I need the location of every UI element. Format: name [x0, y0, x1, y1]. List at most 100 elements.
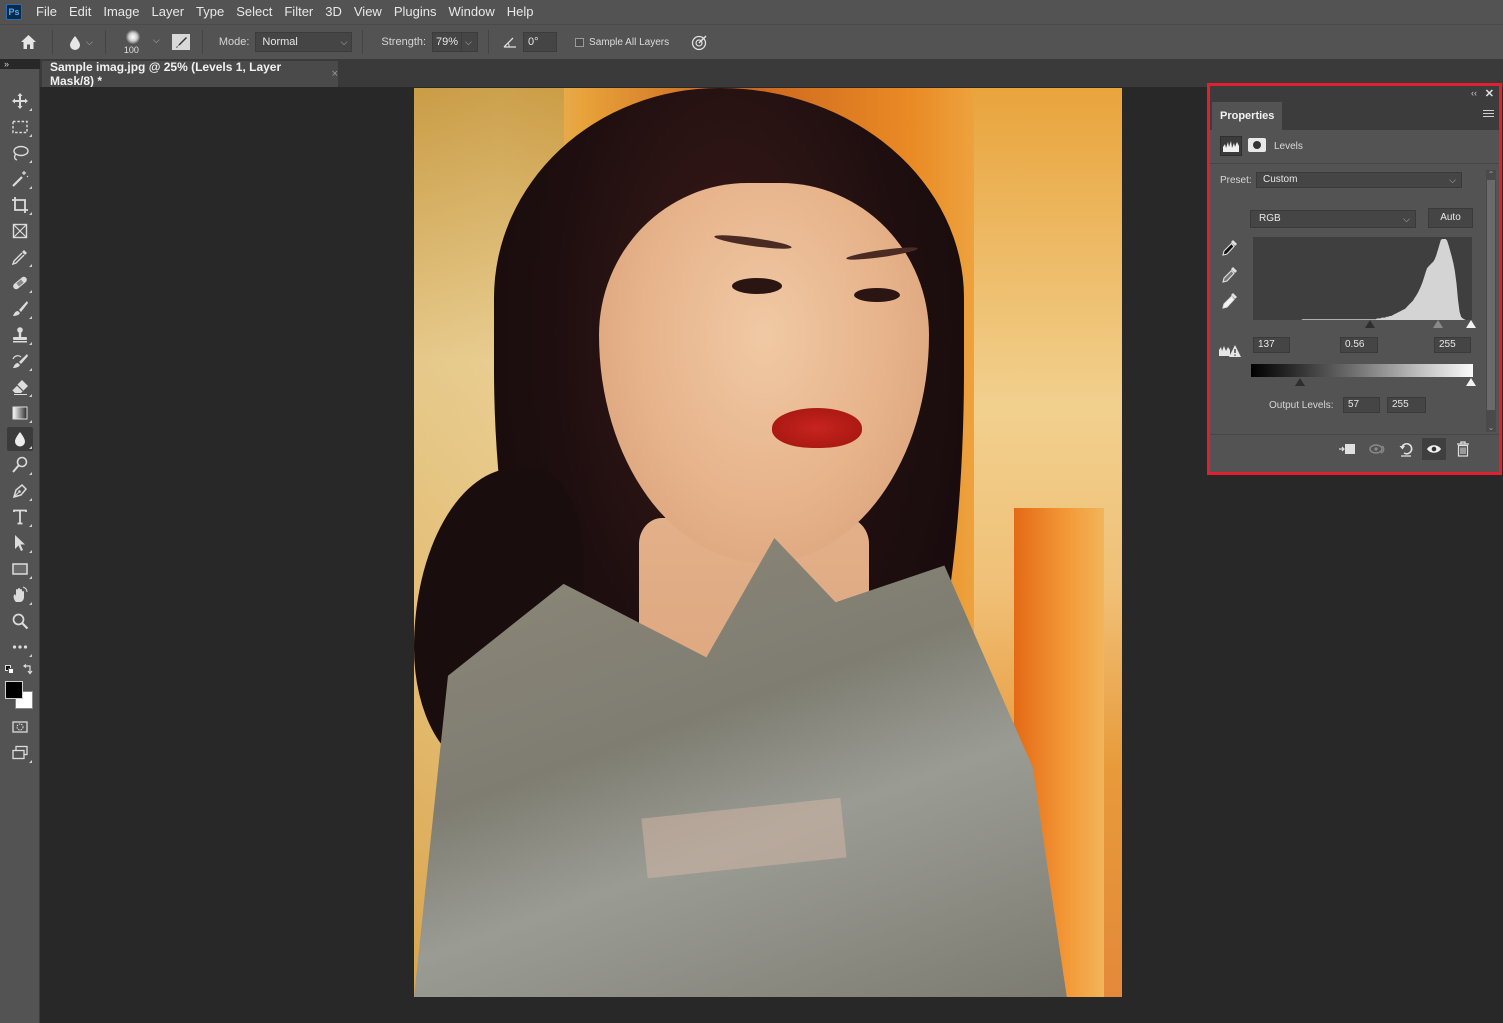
menu-filter[interactable]: Filter: [278, 0, 319, 24]
input-white-slider[interactable]: [1466, 320, 1476, 328]
brush-settings-icon: [175, 37, 187, 48]
menu-window[interactable]: Window: [442, 0, 500, 24]
more-tools-button[interactable]: [7, 635, 33, 659]
panel-scrollbar[interactable]: ⌃ ⌄: [1486, 170, 1496, 432]
strength-input[interactable]: 79%: [432, 32, 463, 52]
menu-type[interactable]: Type: [190, 0, 230, 24]
menu-plugins[interactable]: Plugins: [388, 0, 443, 24]
blur-tool[interactable]: [7, 427, 33, 451]
frame-tool[interactable]: [7, 219, 33, 243]
histogram-graph: [1253, 239, 1472, 320]
output-white-slider[interactable]: [1466, 378, 1476, 386]
magic-wand-tool[interactable]: [7, 167, 33, 191]
eyedropper-tool[interactable]: [7, 245, 33, 269]
quick-mask-button[interactable]: [7, 715, 33, 739]
rectangle-tool[interactable]: [7, 557, 33, 581]
clone-stamp-tool[interactable]: [7, 323, 33, 347]
angle-input[interactable]: 0°: [523, 32, 558, 52]
history-brush-tool[interactable]: [7, 349, 33, 373]
tool-preset-picker[interactable]: ⌵: [69, 35, 93, 50]
default-colors-button[interactable]: [5, 665, 14, 674]
type-tool[interactable]: [7, 505, 33, 529]
view-previous-state-button[interactable]: [1368, 441, 1386, 457]
scrollbar-thumb[interactable]: [1487, 180, 1495, 410]
hand-tool[interactable]: [7, 583, 33, 607]
menu-image[interactable]: Image: [97, 0, 145, 24]
lasso-tool[interactable]: [7, 141, 33, 165]
collapse-panel-button[interactable]: ‹‹: [1471, 88, 1477, 98]
move-icon: [12, 93, 28, 109]
output-black-field[interactable]: 57: [1343, 397, 1380, 413]
layer-mask-button[interactable]: [1248, 138, 1266, 152]
menu-edit[interactable]: Edit: [63, 0, 97, 24]
brush-settings-button[interactable]: [171, 34, 190, 50]
crop-icon: [12, 197, 28, 213]
type-icon: [13, 509, 27, 525]
mode-select[interactable]: Normal ⌵: [255, 32, 353, 52]
rectangle-icon: [12, 563, 28, 575]
scroll-down-icon[interactable]: ⌄: [1486, 423, 1496, 432]
panel-menu-button[interactable]: [1483, 110, 1494, 119]
strength-slider-toggle[interactable]: ⌵: [462, 32, 479, 52]
brush-tool[interactable]: [7, 297, 33, 321]
sample-all-layers-checkbox[interactable]: Sample All Layers: [575, 37, 669, 48]
home-button[interactable]: [18, 34, 38, 50]
pressure-strength-button[interactable]: [691, 34, 708, 51]
foreground-color-swatch[interactable]: [5, 681, 23, 699]
white-point-eyedropper[interactable]: [1222, 292, 1238, 310]
close-panel-button[interactable]: ✕: [1485, 87, 1494, 100]
brush-preset-picker[interactable]: 100 ⌵: [120, 27, 166, 57]
eraser-tool[interactable]: [7, 375, 33, 399]
input-black-slider[interactable]: [1365, 320, 1375, 328]
delete-adjustment-button[interactable]: [1454, 441, 1472, 457]
marquee-tool[interactable]: [7, 115, 33, 139]
clip-to-layer-button[interactable]: [1338, 441, 1356, 457]
dodge-tool[interactable]: [7, 453, 33, 477]
black-point-eyedropper[interactable]: [1222, 239, 1238, 257]
auto-button[interactable]: Auto: [1428, 208, 1473, 228]
input-gamma-field[interactable]: 0.56: [1340, 337, 1378, 353]
gradient-tool[interactable]: [7, 401, 33, 425]
output-black-slider[interactable]: [1295, 378, 1305, 386]
magic-wand-icon: [12, 171, 29, 187]
menu-layer[interactable]: Layer: [146, 0, 191, 24]
channel-select[interactable]: RGB ⌵: [1250, 210, 1416, 228]
eye-icon: [1427, 445, 1441, 453]
document-tab[interactable]: Sample imag.jpg @ 25% (Levels 1, Layer M…: [42, 60, 338, 88]
zoom-tool[interactable]: [7, 609, 33, 633]
healing-brush-tool[interactable]: [7, 271, 33, 295]
hand-icon: [13, 586, 28, 602]
levels-adjustment-button[interactable]: [1220, 136, 1242, 156]
toolbar-collapse-button[interactable]: »: [0, 59, 40, 69]
crop-tool[interactable]: [7, 193, 33, 217]
move-tool[interactable]: [7, 89, 33, 113]
panel-header-strip: ‹‹ ✕: [1210, 86, 1499, 102]
menu-help[interactable]: Help: [501, 0, 540, 24]
menu-3d[interactable]: 3D: [319, 0, 348, 24]
frame-icon: [12, 223, 28, 239]
eyedropper-gray-icon: [1222, 267, 1237, 283]
eraser-icon: [11, 380, 28, 395]
screen-mode-button[interactable]: [7, 741, 33, 765]
chevron-down-icon: ⌵: [86, 36, 93, 47]
swap-colors-button[interactable]: [22, 663, 34, 675]
input-black-field[interactable]: 137: [1253, 337, 1290, 353]
clipping-warning-icon[interactable]: [1218, 344, 1242, 358]
pen-tool[interactable]: [7, 479, 33, 503]
tab-close-button[interactable]: ×: [332, 68, 338, 80]
tab-properties[interactable]: Properties: [1212, 102, 1282, 130]
gray-point-eyedropper[interactable]: [1222, 266, 1238, 284]
menu-view[interactable]: View: [348, 0, 388, 24]
document-canvas-image[interactable]: [414, 88, 1122, 997]
menu-select[interactable]: Select: [230, 0, 278, 24]
reset-button[interactable]: [1397, 441, 1415, 457]
output-white-field[interactable]: 255: [1387, 397, 1426, 413]
path-selection-tool[interactable]: [7, 531, 33, 555]
preset-select[interactable]: Custom ⌵: [1256, 172, 1462, 188]
scroll-up-icon[interactable]: ⌃: [1486, 170, 1496, 179]
toggle-visibility-button[interactable]: [1422, 438, 1446, 460]
input-gamma-slider[interactable]: [1433, 320, 1443, 328]
input-white-field[interactable]: 255: [1434, 337, 1471, 353]
photoshop-logo-icon: Ps: [6, 4, 22, 20]
menu-file[interactable]: File: [30, 0, 63, 24]
